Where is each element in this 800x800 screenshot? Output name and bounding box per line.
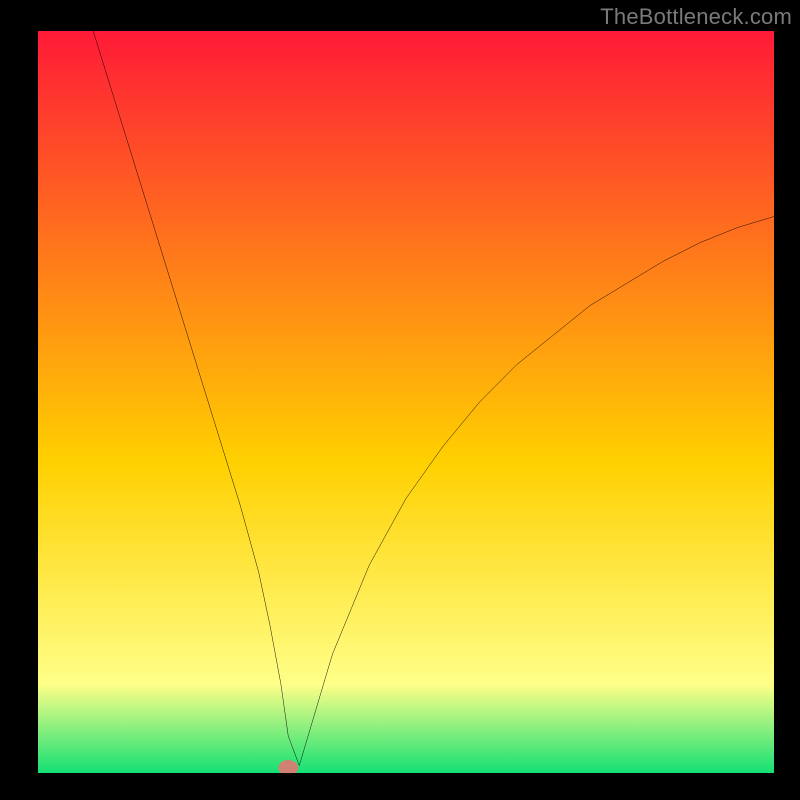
attribution-text: TheBottleneck.com — [600, 4, 792, 30]
chart-svg — [38, 31, 774, 773]
plot-area — [38, 31, 774, 773]
bottleneck-chart: TheBottleneck.com — [0, 0, 800, 800]
gradient-background — [38, 31, 774, 773]
